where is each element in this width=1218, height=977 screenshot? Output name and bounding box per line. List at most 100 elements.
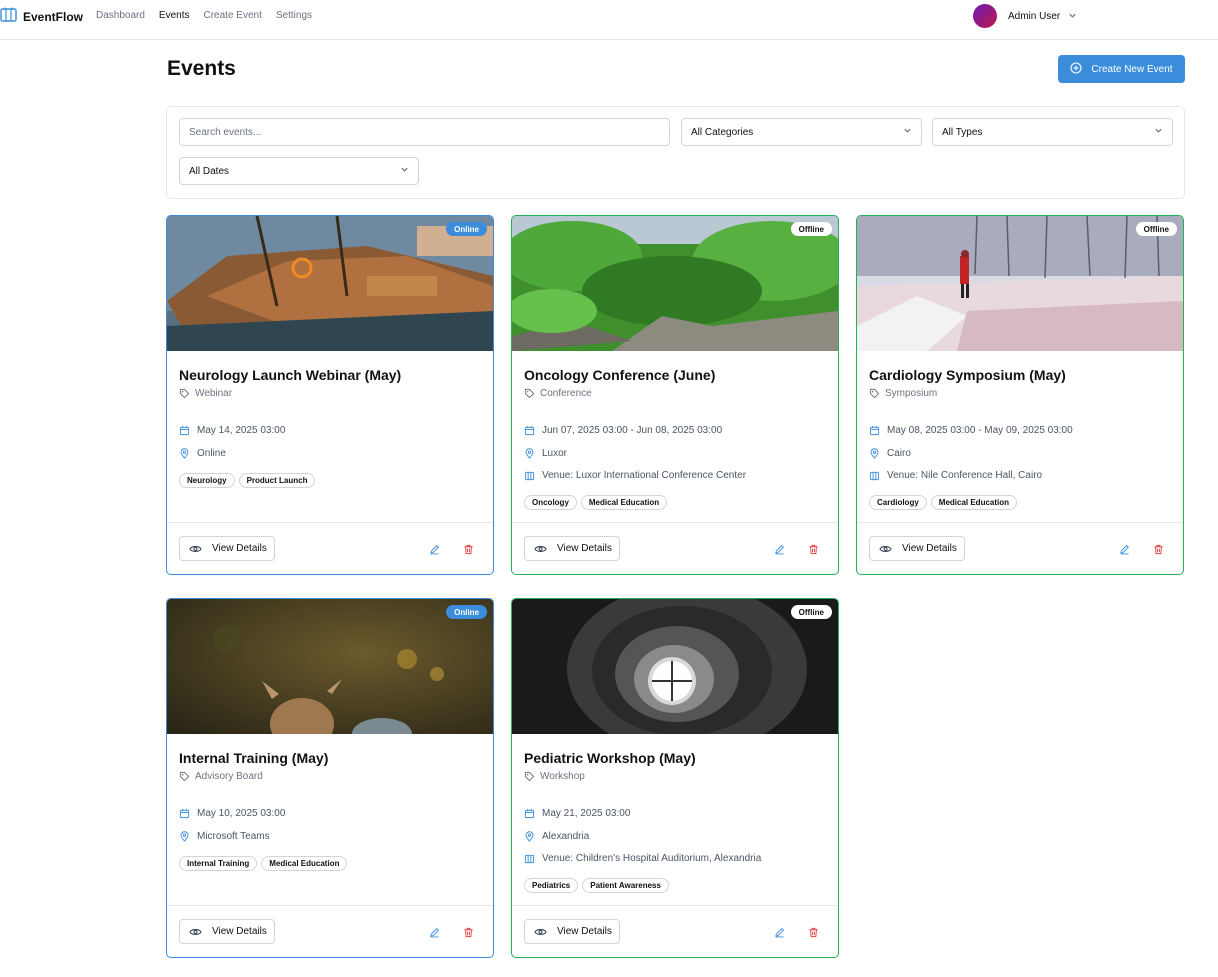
event-location: Luxor [524, 448, 567, 459]
delete-icon[interactable] [805, 924, 821, 940]
event-card[interactable]: Offline Pediatric Workshop (May) Worksho… [511, 598, 839, 958]
event-venue-text: Venue: Luxor International Conference Ce… [542, 470, 747, 481]
event-date-text: Jun 07, 2025 03:00 - Jun 08, 2025 03:00 [542, 425, 723, 436]
view-details-button[interactable]: View Details [524, 919, 620, 944]
tag-chip: Patient Awareness [582, 878, 669, 893]
calendar-icon [179, 425, 190, 436]
event-venue: Venue: Luxor International Conference Ce… [524, 470, 746, 481]
event-date: May 08, 2025 03:00 - May 09, 2025 03:00 [869, 425, 1073, 436]
tag-chip: Medical Education [261, 856, 348, 871]
view-details-button[interactable]: View Details [179, 919, 275, 944]
event-title[interactable]: Pediatric Workshop (May) [524, 750, 696, 766]
edit-icon[interactable] [426, 924, 442, 940]
event-tags: Oncology Medical Education [524, 495, 668, 510]
nav-create-event[interactable]: Create Event [204, 10, 262, 21]
delete-icon[interactable] [805, 541, 821, 557]
event-category-label: Workshop [540, 771, 585, 782]
category-select[interactable]: All Categories [681, 118, 922, 146]
event-image: Online [167, 599, 493, 734]
nav-settings[interactable]: Settings [276, 10, 312, 21]
event-title[interactable]: Cardiology Symposium (May) [869, 367, 1066, 383]
event-title[interactable]: Internal Training (May) [179, 750, 328, 766]
calendar-icon [179, 808, 190, 819]
event-date-text: May 14, 2025 03:00 [197, 425, 286, 436]
event-category: Webinar [179, 388, 232, 399]
user-menu[interactable]: Admin User [973, 4, 1077, 28]
view-details-button[interactable]: View Details [869, 536, 965, 561]
edit-icon[interactable] [771, 541, 787, 557]
event-tags: Neurology Product Launch [179, 473, 316, 488]
event-card[interactable]: Online Internal Training (May) Advisory … [166, 598, 494, 958]
event-location: Cairo [869, 448, 911, 459]
view-details-button[interactable]: View Details [524, 536, 620, 561]
delete-icon[interactable] [460, 924, 476, 940]
type-select[interactable]: All Types [932, 118, 1173, 146]
event-location: Online [179, 448, 226, 459]
event-venue: Venue: Children's Hospital Auditorium, A… [524, 853, 761, 864]
event-venue-text: Venue: Children's Hospital Auditorium, A… [542, 853, 762, 864]
edit-icon[interactable] [1116, 541, 1132, 557]
create-new-event-button[interactable]: Create New Event [1058, 55, 1185, 83]
avatar [973, 4, 997, 28]
delete-icon[interactable] [1150, 541, 1166, 557]
status-badge: Online [446, 222, 487, 236]
map-pin-icon [524, 448, 535, 459]
event-venue: Venue: Nile Conference Hall, Cairo [869, 470, 1042, 481]
edit-icon[interactable] [426, 541, 442, 557]
search-field[interactable] [179, 118, 670, 146]
building-icon [524, 470, 535, 481]
search-input[interactable] [189, 126, 660, 138]
event-date-text: May 08, 2025 03:00 - May 09, 2025 03:00 [887, 425, 1073, 436]
event-image: Offline [857, 216, 1183, 351]
tag-icon [524, 771, 535, 782]
event-title[interactable]: Oncology Conference (June) [524, 367, 715, 383]
chevron-down-icon [1154, 126, 1163, 138]
event-category-label: Symposium [885, 388, 938, 399]
event-date: Jun 07, 2025 03:00 - Jun 08, 2025 03:00 [524, 425, 722, 436]
view-details-label: View Details [557, 926, 612, 937]
event-image: Offline [512, 599, 838, 734]
brand[interactable]: EventFlow [0, 7, 83, 27]
top-nav: EventFlow Dashboard Events Create Event … [0, 0, 1218, 40]
brand-name: EventFlow [23, 10, 84, 24]
event-category-label: Advisory Board [195, 771, 263, 782]
tag-chip: Neurology [179, 473, 235, 488]
event-category-label: Conference [540, 388, 592, 399]
chevron-down-icon [903, 126, 912, 138]
dates-select[interactable]: All Dates [179, 157, 419, 185]
tag-icon [179, 771, 190, 782]
tag-chip: Cardiology [869, 495, 927, 510]
nav-dashboard[interactable]: Dashboard [96, 10, 145, 21]
tag-chip: Pediatrics [524, 878, 579, 893]
event-card[interactable]: Online Neurology Launch Webinar (May) We… [166, 215, 494, 575]
event-tags: Pediatrics Patient Awareness [524, 878, 669, 893]
event-category: Conference [524, 388, 592, 399]
event-category-label: Webinar [195, 388, 233, 399]
tag-icon [179, 388, 190, 399]
building-icon [869, 470, 880, 481]
calendar-icon [524, 425, 535, 436]
tag-chip: Oncology [524, 495, 577, 510]
view-details-button[interactable]: View Details [179, 536, 275, 561]
event-location-text: Cairo [887, 448, 911, 459]
tag-chip: Medical Education [580, 495, 668, 510]
eye-icon [534, 544, 547, 554]
event-card[interactable]: Offline Cardiology Symposium (May) Sympo… [856, 215, 1184, 575]
edit-icon[interactable] [771, 924, 787, 940]
map-pin-icon [179, 448, 190, 459]
event-date: May 21, 2025 03:00 [524, 808, 630, 819]
category-select-value: All Categories [691, 126, 754, 138]
nav-events[interactable]: Events [159, 10, 190, 21]
map-pin-icon [869, 448, 880, 459]
event-location-text: Alexandria [542, 831, 590, 842]
tag-chip: Internal Training [179, 856, 258, 871]
event-date-text: May 10, 2025 03:00 [197, 808, 286, 819]
page-title: Events [167, 57, 236, 80]
delete-icon[interactable] [460, 541, 476, 557]
filter-panel: All Categories All Types All Dates [166, 106, 1185, 199]
calendar-logo-icon [0, 7, 17, 27]
event-date-text: May 21, 2025 03:00 [542, 808, 631, 819]
event-title[interactable]: Neurology Launch Webinar (May) [179, 367, 401, 383]
event-card[interactable]: Offline Oncology Conference (June) Confe… [511, 215, 839, 575]
event-image: Offline [512, 216, 838, 351]
